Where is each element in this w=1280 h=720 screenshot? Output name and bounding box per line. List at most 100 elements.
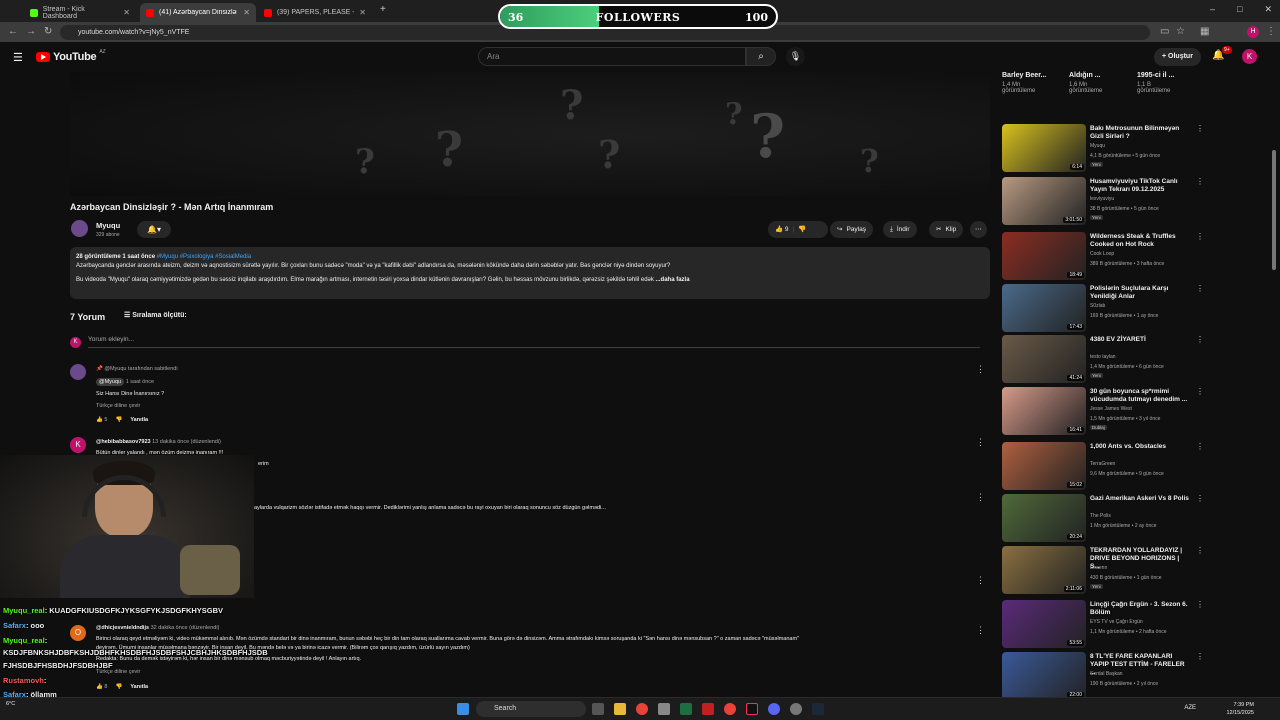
- video-menu-icon[interactable]: ⋮: [1196, 124, 1204, 133]
- more-actions-button[interactable]: ⋯: [970, 221, 987, 238]
- recommended-video[interactable]: 6:14 Bakı Metrosunun Bilinməyən Gizli Sir…: [1002, 124, 1204, 172]
- like-button[interactable]: 👍 9: [775, 221, 789, 238]
- recommended-channel[interactable]: EYS TV ve Çağrı Ergün: [1090, 619, 1143, 625]
- recommended-video[interactable]: 53:55 Linçği Çağrı Ergün - 3. Sezon 6. Bö…: [1002, 600, 1204, 648]
- recommended-channel[interactable]: TerraGreen: [1090, 461, 1115, 467]
- commenter-avatar[interactable]: O: [70, 625, 86, 641]
- video-thumbnail[interactable]: 41:24: [1002, 335, 1086, 383]
- tab-papers-please[interactable]: (39) PAPERS, PLEASE - The Sho ✕: [258, 3, 372, 22]
- commenter-avatar[interactable]: K: [70, 437, 86, 453]
- discord-icon[interactable]: [768, 703, 780, 715]
- commenter-avatar[interactable]: [70, 364, 86, 380]
- dislike-button[interactable]: 👎: [798, 221, 806, 238]
- cast-icon[interactable]: ▭: [1160, 26, 1169, 37]
- excel-icon[interactable]: [680, 703, 692, 715]
- recommended-channel[interactable]: testo taylan: [1090, 354, 1116, 360]
- hashtags[interactable]: #Myuqu #Psixologiya #SosialMedia: [157, 254, 251, 260]
- youtube-logo[interactable]: YouTube AZ: [36, 49, 106, 63]
- file-explorer-icon[interactable]: [614, 703, 626, 715]
- recommended-video[interactable]: 20:24 Gazi Amerikan Askeri Vs 8 Polis The …: [1002, 494, 1204, 542]
- comment-author[interactable]: @hebibabbasov7923: [96, 439, 151, 445]
- video-menu-icon[interactable]: ⋮: [1196, 546, 1204, 555]
- video-thumbnail[interactable]: 15:02: [1002, 442, 1086, 490]
- add-comment-input[interactable]: Yorum ekleyin...: [88, 336, 980, 348]
- translate-link[interactable]: Türkçe diline çevir: [96, 403, 140, 409]
- app-icon[interactable]: [702, 703, 714, 715]
- chat-username[interactable]: Rustamovh: [3, 676, 44, 685]
- recommended-video[interactable]: 2:11:06 TEKRARDAN YOLLARDAYIZ | DRIVE BEY…: [1002, 546, 1204, 594]
- video-menu-icon[interactable]: ⋮: [1196, 494, 1204, 503]
- recommended-video-title[interactable]: Linçği Çağrı Ergün - 3. Sezon 6. Bölüm: [1090, 601, 1190, 617]
- forward-icon[interactable]: →: [26, 26, 36, 37]
- taskbar-search[interactable]: Search: [476, 701, 586, 717]
- video-menu-icon[interactable]: ⋮: [1196, 232, 1204, 241]
- close-icon[interactable]: ✕: [123, 8, 130, 17]
- video-thumbnail[interactable]: 6:14: [1002, 124, 1086, 172]
- comment-menu-icon[interactable]: ⋮: [976, 437, 985, 448]
- sidebar-top-video[interactable]: Barley Beer... 1,4 Mn görüntüleme: [1002, 72, 1046, 94]
- comment-menu-icon[interactable]: ⋮: [976, 492, 985, 503]
- menu-dots-icon[interactable]: ⋮: [1266, 26, 1276, 37]
- recommended-video[interactable]: 3:01:50 Husamviyuviyu TikTok Canlı Yayın …: [1002, 177, 1204, 225]
- extensions-icon[interactable]: ▦: [1200, 26, 1209, 37]
- account-avatar[interactable]: K: [1242, 49, 1257, 64]
- task-view-icon[interactable]: [592, 703, 604, 715]
- comment-menu-icon[interactable]: ⋮: [976, 364, 985, 375]
- minimize-button[interactable]: –: [1210, 4, 1215, 15]
- recommended-video-title[interactable]: Bakı Metrosunun Bilinməyən Gizli Sirləri…: [1090, 125, 1190, 141]
- search-button[interactable]: ⌕: [746, 47, 776, 66]
- clip-button[interactable]: ✂ Klip: [929, 221, 964, 238]
- hamburger-menu-icon[interactable]: ☰: [13, 51, 23, 64]
- recommended-channel[interactable]: Serdal Başkan: [1090, 671, 1123, 677]
- close-icon[interactable]: ✕: [243, 8, 250, 17]
- video-thumbnail[interactable]: 3:01:50: [1002, 177, 1086, 225]
- video-thumbnail[interactable]: 18:49: [1002, 232, 1086, 280]
- recommended-channel[interactable]: Elraenn: [1090, 565, 1107, 571]
- sidebar-top-video[interactable]: Aldığın ... 1,6 Mn görüntüleme: [1069, 72, 1102, 94]
- show-more-link[interactable]: ...daha fazla: [656, 277, 690, 283]
- channel-name[interactable]: Myuqu: [96, 221, 120, 230]
- chat-username[interactable]: Safarx: [3, 621, 26, 630]
- channel-avatar[interactable]: [71, 220, 88, 237]
- recommended-video-title[interactable]: 1,000 Ants vs. Obstacles: [1090, 443, 1190, 451]
- recommended-video-title[interactable]: Husamviyuviyu TikTok Canlı Yayın Tekrarı…: [1090, 178, 1190, 194]
- comment-author[interactable]: @Myuqu: [96, 378, 125, 386]
- like-comment-button[interactable]: 👍 5: [96, 417, 107, 423]
- language-indicator[interactable]: AZE: [1184, 705, 1196, 711]
- video-thumbnail[interactable]: 17:43: [1002, 284, 1086, 332]
- recommended-video[interactable]: 41:24 4380 EV ZİYARETİ testo taylan 1,4 Mn …: [1002, 335, 1204, 383]
- steam-icon[interactable]: [812, 703, 824, 715]
- recommended-channel[interactable]: lexviyuviyu: [1090, 196, 1114, 202]
- share-button[interactable]: ↪ Paylaş: [830, 221, 873, 238]
- video-menu-icon[interactable]: ⋮: [1196, 335, 1204, 344]
- sidebar-top-video[interactable]: 1995-ci il ... 1,1 B görüntüleme: [1137, 72, 1174, 94]
- recommended-video-title[interactable]: 4380 EV ZİYARETİ: [1090, 336, 1190, 344]
- video-menu-icon[interactable]: ⋮: [1196, 600, 1204, 609]
- like-comment-button[interactable]: 👍 8: [96, 684, 107, 690]
- video-description[interactable]: 28 görüntüleme 1 saat önce #Myuqu #Psixo…: [70, 247, 990, 299]
- chat-username[interactable]: Myuqu_real: [3, 636, 45, 645]
- video-menu-icon[interactable]: ⋮: [1196, 442, 1204, 451]
- maximize-button[interactable]: □: [1237, 4, 1242, 15]
- video-thumbnail[interactable]: 20:24: [1002, 494, 1086, 542]
- video-thumbnail[interactable]: 16:41: [1002, 387, 1086, 435]
- store-icon[interactable]: [658, 703, 670, 715]
- reply-button[interactable]: Yanıtla: [130, 417, 148, 423]
- comment-author[interactable]: @dhicjesvnieldndijs: [96, 625, 149, 631]
- reply-button[interactable]: Yanıtla: [130, 684, 148, 690]
- recommended-video[interactable]: 16:41 30 gün boyunca sp*rmimi vücudumda t…: [1002, 387, 1204, 435]
- recommended-video[interactable]: 22:00 8 TL'YE FARE KAPANLARI YAPIP TEST E…: [1002, 652, 1204, 700]
- subscription-bell-button[interactable]: 🔔▾: [137, 221, 171, 238]
- download-button[interactable]: ⤓ İndir: [883, 221, 917, 238]
- video-menu-icon[interactable]: ⋮: [1196, 284, 1204, 293]
- windows-start-icon[interactable]: [457, 703, 469, 715]
- video-thumbnail[interactable]: 53:55: [1002, 600, 1086, 648]
- weather-widget[interactable]: 6°C: [6, 701, 15, 707]
- close-window-button[interactable]: ✕: [1264, 4, 1272, 15]
- bookmark-star-icon[interactable]: ☆: [1176, 26, 1185, 37]
- close-icon[interactable]: ✕: [359, 8, 366, 17]
- back-icon[interactable]: ←: [8, 26, 18, 37]
- profile-icon[interactable]: H: [1247, 26, 1259, 38]
- recommended-channel[interactable]: Myuqu: [1090, 143, 1105, 149]
- recommended-video-title[interactable]: 30 gün boyunca sp*rmimi vücudumda tutmay…: [1090, 388, 1190, 404]
